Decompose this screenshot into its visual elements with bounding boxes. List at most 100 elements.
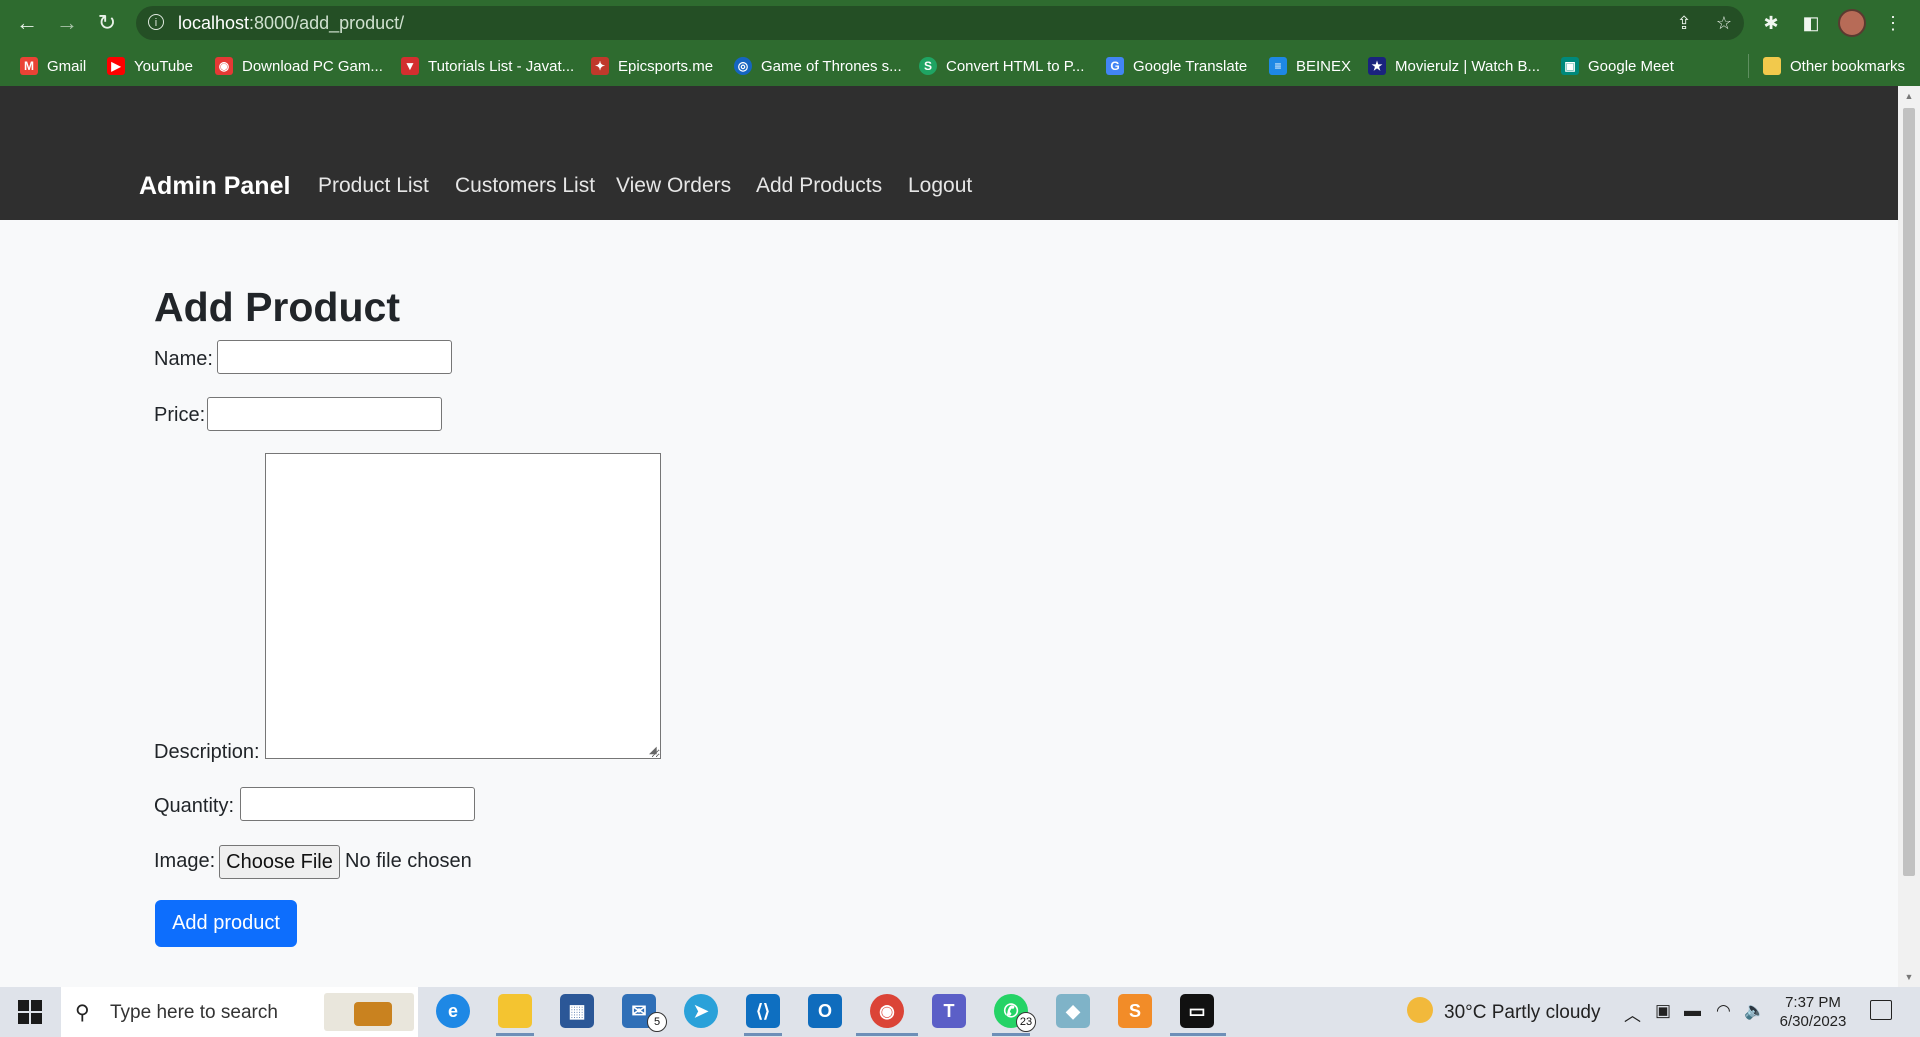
bookmark-game-of-thrones[interactable]: ◎ Game of Thrones s... [734,54,902,78]
bookmark-label: Google Meet [1588,57,1674,75]
app-icon[interactable]: ◆ [1056,994,1090,1028]
bookmark-label: Convert HTML to P... [946,57,1085,75]
meet-icon: ▣ [1561,57,1579,75]
bookmark-beinex[interactable]: ≡ BEINEX [1269,54,1351,78]
browser-chrome: ← → ↻ i localhost:8000/add_product/ ⇪ ☆ … [0,0,1920,86]
bookmarks-bar: M Gmail ▶ YouTube ◉ Download PC Gam... ▼ Tut… [0,46,1920,86]
add-product-button[interactable]: Add product [155,900,297,947]
mail-badge: 5 [647,1012,667,1032]
explorer-active-indicator [496,1033,534,1036]
chevron-up-icon[interactable]: ︿ [1624,1001,1641,1026]
bookmark-download-pc-games[interactable]: ◉ Download PC Gam... [215,54,383,78]
side-panel-icon[interactable]: ◧ [1798,10,1824,36]
url-path: :8000/add_product/ [249,13,405,33]
page-title: Add Product [154,284,400,330]
choose-file-button[interactable]: Choose File [219,845,340,879]
other-bookmarks-folder[interactable]: Other bookmarks [1763,54,1905,78]
teams-icon[interactable]: T [932,994,966,1028]
outlook-icon[interactable]: O [808,994,842,1028]
site-info-icon[interactable]: i [148,14,164,30]
url-text[interactable]: localhost:8000/add_product/ [178,13,404,34]
bookmark-javatpoint[interactable]: ▼ Tutorials List - Javat... [401,54,574,78]
youtube-icon: ▶ [107,57,125,75]
bookmark-google-translate[interactable]: G Google Translate [1106,54,1247,78]
bookmark-label: BEINEX [1296,57,1352,75]
description-textarea[interactable] [265,453,661,759]
bookmark-youtube[interactable]: ▶ YouTube [107,54,193,78]
price-input[interactable] [207,397,442,431]
bookmark-gmail[interactable]: M Gmail [20,54,86,78]
bookmark-label: Epicsports.me [618,57,714,75]
clock-time: 7:37 PM [1785,994,1841,1011]
weather-text[interactable]: 30°C Partly cloudy [1444,1002,1601,1024]
javatpoint-icon: ▼ [401,57,419,75]
file-status-text: No file chosen [345,850,472,872]
notification-icon[interactable] [1870,1000,1892,1020]
brand-link[interactable]: Admin Panel [139,172,290,201]
bookmark-movierulz[interactable]: ★ Movierulz | Watch B... [1368,54,1540,78]
whatsapp-active-indicator [992,1033,1030,1036]
quantity-input[interactable] [240,787,475,821]
scroll-down-icon[interactable]: ▼ [1903,971,1915,983]
beinex-icon: ≡ [1269,57,1287,75]
nav-logout[interactable]: Logout [908,174,972,198]
windows-taskbar: ⚲ Type here to search e ▦ ✉ 5 ➤ ⟨⟩ O ◉ T… [0,987,1920,1037]
bookmark-label: Gmail [47,57,87,75]
telegram-icon[interactable]: ➤ [684,994,718,1028]
vscode-icon[interactable]: ⟨⟩ [746,994,780,1028]
bookmark-epicsports[interactable]: ✦ Epicsports.me [591,54,713,78]
nav-add-products[interactable]: Add Products [756,174,882,198]
page-scrollbar[interactable]: ▲ ▼ [1898,86,1920,987]
back-icon[interactable]: ← [14,10,40,36]
meet-now-icon[interactable]: ▣ [1655,1001,1671,1021]
convert-icon: S [919,57,937,75]
translate-icon: G [1106,57,1124,75]
clock-date: 6/30/2023 [1779,1013,1847,1030]
bookmark-label: Google Translate [1133,57,1248,75]
windows-start-icon[interactable] [18,1000,42,1024]
name-input[interactable] [217,340,452,374]
bookmark-convert-html[interactable]: S Convert HTML to P... [919,54,1084,78]
bookmark-google-meet[interactable]: ▣ Google Meet [1561,54,1674,78]
sublime-icon[interactable]: S [1118,994,1152,1028]
profile-avatar[interactable] [1838,9,1866,37]
nav-view-orders[interactable]: View Orders [616,174,731,198]
admin-navbar: Admin Panel Product List Customers List … [0,86,1898,220]
store-icon[interactable]: ▦ [560,994,594,1028]
bookmark-label: Movierulz | Watch B... [1395,57,1541,75]
wifi-icon[interactable]: ◠ [1716,1001,1731,1021]
battery-icon[interactable]: ▬ [1684,1001,1701,1021]
nav-customers-list[interactable]: Customers List [455,174,595,198]
description-label: Description: [154,741,260,763]
search-highlight-image [324,993,414,1031]
taskbar-search[interactable]: ⚲ Type here to search [61,987,418,1037]
clock[interactable]: 7:37 PM 6/30/2023 [1778,993,1848,1031]
terminal-active-indicator [1170,1033,1226,1036]
bookmark-star-icon[interactable]: ☆ [1712,12,1736,34]
url-bar[interactable]: i localhost:8000/add_product/ ⇪ ☆ [136,6,1744,40]
folder-icon [1763,57,1781,75]
file-explorer-icon[interactable] [498,994,532,1028]
scroll-up-icon[interactable]: ▲ [1903,90,1915,102]
menu-kebab-icon[interactable]: ⋮ [1880,10,1906,36]
share-icon[interactable]: ⇪ [1672,12,1696,34]
other-bookmarks-label: Other bookmarks [1790,57,1906,75]
weather-icon[interactable] [1407,997,1433,1023]
forward-icon[interactable]: → [54,10,80,36]
nav-product-list[interactable]: Product List [318,174,429,198]
bookmarks-divider [1748,54,1749,78]
resize-handle-icon[interactable]: ◢ [649,746,659,756]
edge-icon[interactable]: e [436,994,470,1028]
volume-icon[interactable]: 🔈 [1744,1001,1765,1021]
extensions-icon[interactable]: ✱ [1758,10,1784,36]
movierulz-icon: ★ [1368,57,1386,75]
chrome-active-indicator [856,1033,918,1036]
page-viewport: Admin Panel Product List Customers List … [0,86,1898,987]
terminal-icon[interactable]: ▭ [1180,994,1214,1028]
bookmark-label: Download PC Gam... [242,57,383,75]
bookmark-label: Game of Thrones s... [761,57,902,75]
reload-icon[interactable]: ↻ [94,10,120,36]
gmail-icon: M [20,57,38,75]
scroll-thumb[interactable] [1903,108,1915,876]
chrome-icon[interactable]: ◉ [870,994,904,1028]
